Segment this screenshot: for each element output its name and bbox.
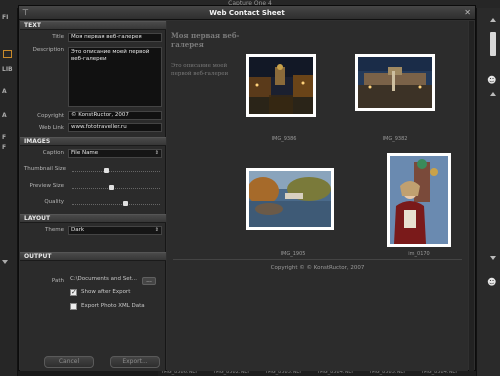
theme-select[interactable]: Dark ⇕	[68, 226, 162, 235]
close-icon[interactable]: ✕	[464, 8, 471, 17]
slider-knob[interactable]	[103, 168, 109, 173]
dialog-title: Web Contact Sheet	[209, 9, 285, 17]
slider-knob[interactable]	[123, 201, 129, 206]
user-icon[interactable]: ☻	[487, 76, 497, 86]
chevron-updown-icon: ⇕	[154, 150, 159, 156]
thumbnail-caption: IMG_1905	[280, 251, 306, 257]
dialog-titlebar[interactable]: ⊤ Web Contact Sheet ✕	[19, 6, 475, 20]
photo-portrait-cathedral	[390, 156, 448, 244]
host-left-label[interactable]: F	[2, 144, 6, 151]
section-header-layout: LAYOUT	[20, 214, 166, 223]
gallery-description: Это описание моей первой веб-галереи	[171, 63, 229, 77]
slider-track	[72, 171, 160, 172]
host-left-label[interactable]: A	[2, 88, 7, 95]
host-left-label[interactable]: A	[2, 112, 7, 119]
section-title: OUTPUT	[24, 253, 52, 260]
gallery-thumbnail[interactable]	[387, 153, 451, 247]
scroll-up-icon[interactable]	[490, 18, 496, 22]
theme-select-value: Dark	[71, 227, 85, 233]
slider-knob[interactable]	[109, 185, 115, 190]
browse-button[interactable]: ...	[142, 277, 156, 285]
host-left-label[interactable]: FI	[2, 14, 8, 21]
quality-slider[interactable]	[72, 201, 160, 206]
gallery-thumbnail[interactable]	[246, 168, 334, 230]
show-after-export-label: Show after Export	[81, 289, 131, 295]
section-title: IMAGES	[24, 138, 51, 145]
show-after-export-checkbox[interactable]	[70, 288, 77, 296]
weblink-input[interactable]: www.fototraveller.ru	[68, 123, 162, 132]
gallery-preview: Моя первая веб-галерея Это описание моей…	[167, 21, 468, 371]
theme-label: Theme	[45, 227, 64, 233]
cancel-button[interactable]: Cancel	[44, 356, 94, 368]
caption-label: Caption	[42, 150, 64, 156]
export-xml-checkbox[interactable]	[70, 303, 77, 310]
section-header-output: OUTPUT	[20, 252, 166, 261]
section-title: LAYOUT	[24, 215, 51, 222]
export-xml-label: Export Photo XML Data	[81, 303, 145, 309]
folder-icon[interactable]	[3, 50, 12, 58]
gallery-copyright: Copyright © © KonstRuctor, 2007	[270, 265, 365, 271]
thumbnail-caption: im_0170	[408, 251, 430, 257]
slider-track	[72, 204, 160, 205]
thumbnail-size-slider[interactable]	[72, 168, 160, 173]
gallery-thumbnail[interactable]	[246, 54, 316, 117]
description-input[interactable]: Это описание моей первой веб-галереи	[68, 47, 162, 107]
caption-select-value: File Name	[71, 150, 99, 156]
settings-panel: TEXT Title Моя первая веб-галерея Descri…	[20, 21, 166, 371]
path-label: Path	[51, 278, 64, 284]
photo-autumn-park	[249, 171, 331, 227]
user-icon[interactable]: ☻	[487, 278, 497, 288]
thumbnail-caption: IMG_9382	[382, 136, 408, 142]
section-header-images: IMAGES	[20, 137, 166, 146]
gallery-title: Моя первая веб-галерея	[171, 31, 240, 49]
host-left-panel: FI LIB A A F F	[0, 8, 18, 376]
host-scrollbar[interactable]	[490, 32, 496, 56]
host-right-panel: ☻ ☻	[476, 8, 500, 376]
host-left-label[interactable]: LIB	[2, 66, 13, 73]
copyright-input[interactable]: © KonstRuctor, 2007	[68, 111, 162, 120]
web-contact-sheet-dialog: ⊤ Web Contact Sheet ✕ TEXT Title Моя пер…	[18, 5, 476, 371]
section-header-text: TEXT	[20, 21, 166, 30]
section-title: TEXT	[24, 22, 41, 29]
title-label: Title	[52, 34, 64, 40]
photo-night-palace	[358, 57, 432, 108]
title-input[interactable]: Моя первая веб-галерея	[68, 33, 162, 42]
slider-track	[72, 188, 160, 189]
export-button[interactable]: Export...	[110, 356, 160, 368]
quality-label: Quality	[44, 199, 64, 205]
copyright-label: Copyright	[37, 113, 64, 119]
preview-size-slider[interactable]	[72, 185, 160, 190]
preview-scrollbar[interactable]	[469, 21, 474, 371]
preview-size-label: Preview Size	[29, 183, 64, 189]
gallery-thumbnail[interactable]	[355, 54, 435, 111]
footer-divider	[173, 259, 462, 260]
path-value: C:\Documents and Set...	[70, 276, 138, 282]
chevron-updown-icon: ⇕	[154, 227, 159, 233]
photo-night-canal	[249, 57, 313, 114]
weblink-label: Web Link	[38, 125, 64, 131]
host-left-label[interactable]: F	[2, 134, 6, 141]
scroll-up-icon[interactable]	[490, 92, 496, 96]
caption-select[interactable]: File Name ⇕	[68, 149, 162, 158]
thumbnail-caption: IMG_9386	[271, 136, 297, 142]
thumbnail-size-label: Thumbnail Size	[23, 166, 66, 172]
scroll-down-icon[interactable]	[490, 256, 496, 260]
description-label: Description	[32, 47, 64, 53]
expand-icon[interactable]	[2, 260, 8, 264]
